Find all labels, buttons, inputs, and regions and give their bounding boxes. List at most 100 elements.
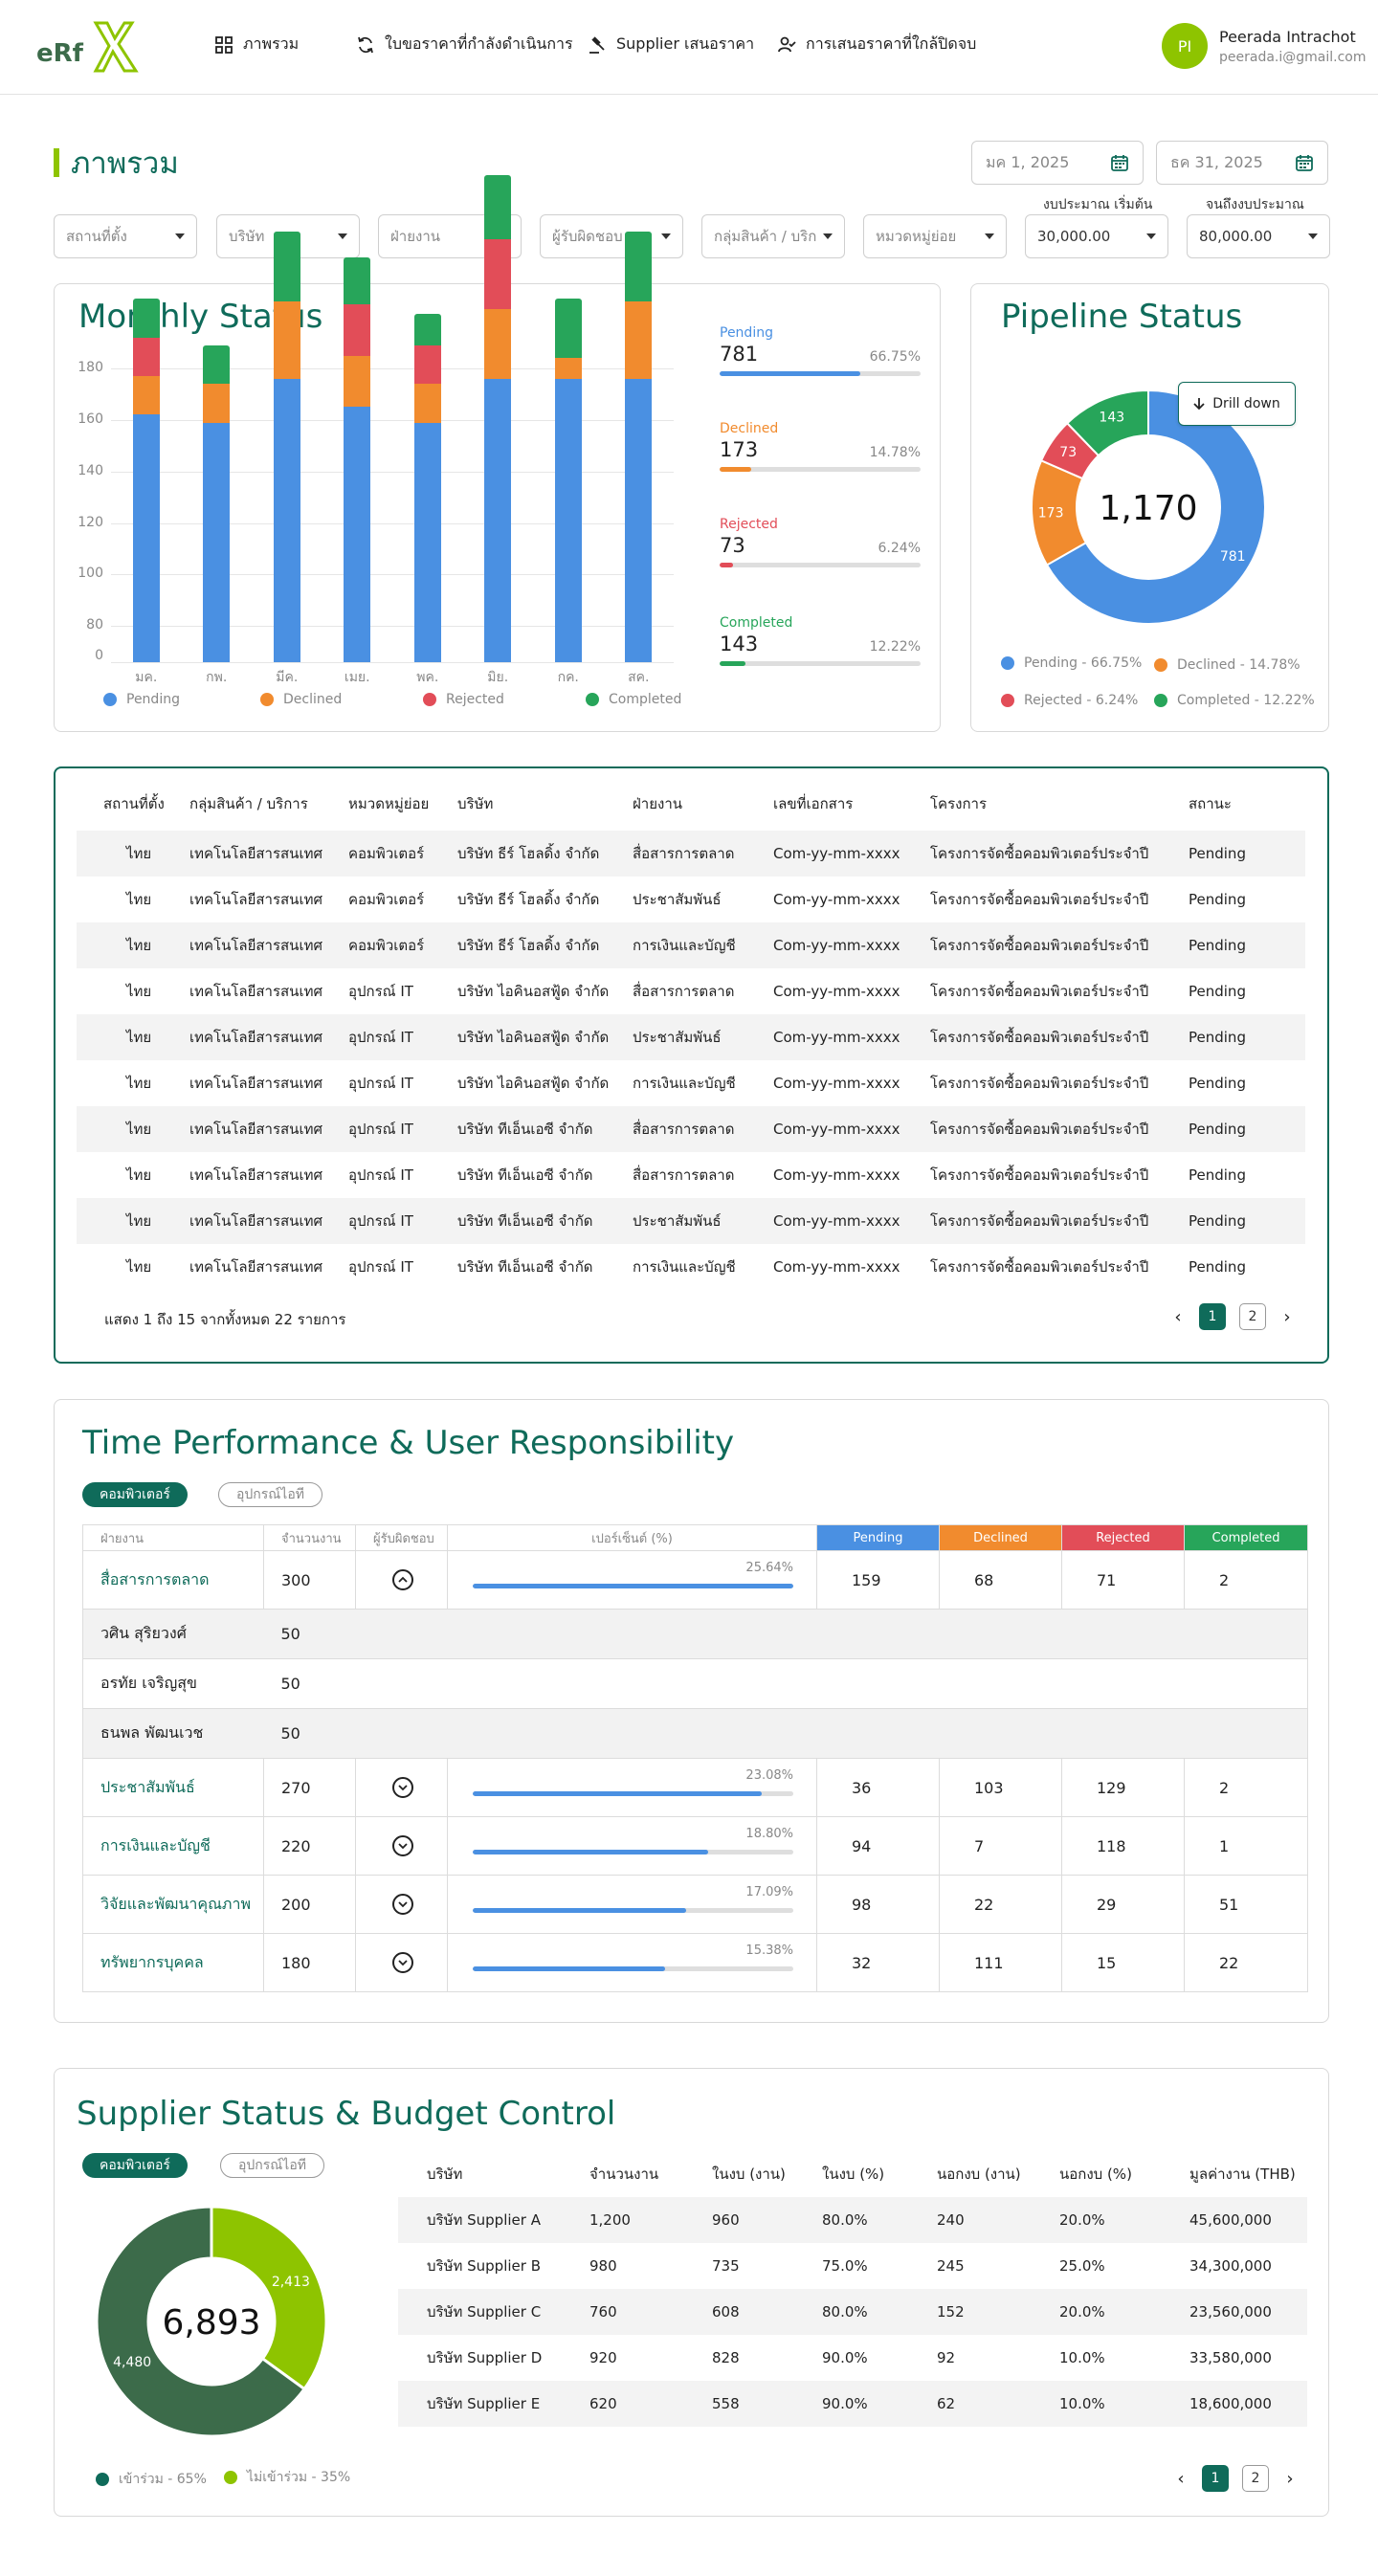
department-name[interactable]: การเงินและบัญชี	[82, 1816, 264, 1876]
department-row[interactable]: การเงินและบัญชี 220 18.80% 94 7 118 1	[82, 1816, 1308, 1876]
page-button[interactable]: 2	[1239, 1303, 1266, 1330]
tab-it-equipment[interactable]: อุปกรณ์ไอที	[220, 2153, 324, 2178]
column-header[interactable]: บริษัท	[457, 777, 633, 831]
erfx-logo[interactable]: eRf	[36, 19, 142, 75]
bar-segment-pending[interactable]	[203, 422, 231, 662]
chevron-left-icon[interactable]: ‹	[1173, 2469, 1189, 2489]
tab-it-equipment[interactable]: อุปกรณ์ไอที	[218, 1482, 322, 1507]
bar-segment-declined[interactable]	[273, 300, 300, 379]
owner-toggle-cell[interactable]	[355, 1758, 448, 1817]
chevron-right-icon[interactable]: ›	[1279, 1307, 1295, 1327]
table-row[interactable]: บริษัท Supplier B 980 735 75.0% 245 25.0% 34,3…	[398, 2243, 1307, 2289]
column-header[interactable]: หมวดหมู่ย่อย	[348, 777, 457, 831]
column-header[interactable]: จำนวนงาน	[589, 2151, 712, 2197]
department-name[interactable]: วิจัยและพัฒนาคุณภาพ	[82, 1875, 264, 1934]
table-row[interactable]: ไทย เทคโนโลยีสารสนเทศ คอมพิวเตอร์ บริษัท ธี…	[77, 877, 1305, 922]
budget-end-select[interactable]: 80,000.00	[1187, 214, 1330, 258]
table-row[interactable]: ไทย เทคโนโลยีสารสนเทศ อุปกรณ์ IT บริษัท ทีเ…	[77, 1106, 1305, 1152]
bar-segment-pending[interactable]	[554, 378, 582, 662]
column-header[interactable]: มูลค่างาน (THB)	[1189, 2151, 1307, 2197]
bar-segment-completed[interactable]	[413, 314, 441, 345]
bar-segment-completed[interactable]	[625, 232, 653, 301]
column-header[interactable]: สถานะ	[1189, 777, 1305, 831]
table-row[interactable]: ไทย เทคโนโลยีสารสนเทศ อุปกรณ์ IT บริษัท ไอค…	[77, 968, 1305, 1014]
bar-segment-declined[interactable]	[625, 300, 653, 379]
chevron-down-icon[interactable]	[392, 1835, 413, 1856]
table-row[interactable]: ไทย เทคโนโลยีสารสนเทศ อุปกรณ์ IT บริษัท ทีเ…	[77, 1198, 1305, 1244]
table-row[interactable]: ไทย เทคโนโลยีสารสนเทศ อุปกรณ์ IT บริษัท ทีเ…	[77, 1152, 1305, 1198]
bar-segment-pending[interactable]	[273, 378, 300, 662]
nav-closing-bids[interactable]: การเสนอราคาที่ใกล้ปิดจบ	[777, 33, 976, 56]
chevron-right-icon[interactable]: ›	[1282, 2469, 1298, 2489]
drill-down-button[interactable]: Drill down	[1178, 382, 1296, 426]
tab-computer[interactable]: คอมพิวเตอร์	[82, 1482, 188, 1507]
table-row[interactable]: ไทย เทคโนโลยีสารสนเทศ อุปกรณ์ IT บริษัท ไอค…	[77, 1060, 1305, 1106]
table-row[interactable]: บริษัท Supplier D 920 828 90.0% 92 10.0% 33,58…	[398, 2335, 1307, 2381]
bar-segment-declined[interactable]	[554, 358, 582, 379]
bar-segment-pending[interactable]	[484, 378, 512, 662]
owner-toggle-cell[interactable]	[355, 1816, 448, 1876]
bar-segment-completed[interactable]	[273, 232, 300, 301]
column-header[interactable]: ฝ่ายงาน	[633, 777, 773, 831]
department-name[interactable]: สื่อสารการตลาด	[82, 1550, 264, 1610]
chevron-up-icon[interactable]	[392, 1569, 413, 1590]
chevron-down-icon[interactable]	[392, 1777, 413, 1798]
tab-computer[interactable]: คอมพิวเตอร์	[82, 2153, 188, 2178]
department-row[interactable]: ประชาสัมพันธ์ 270 23.08% 36 103 129 2	[82, 1758, 1308, 1817]
column-header[interactable]: ในงบ (งาน)	[712, 2151, 822, 2197]
table-row[interactable]: บริษัท Supplier E 620 558 90.0% 62 10.0% 18,60…	[398, 2381, 1307, 2427]
bar-segment-declined[interactable]	[484, 309, 512, 379]
budget-start-select[interactable]: 30,000.00	[1025, 214, 1168, 258]
bar-segment-completed[interactable]	[132, 299, 160, 338]
filter-location[interactable]: สถานที่ตั้ง	[54, 214, 197, 258]
chevron-down-icon[interactable]	[392, 1894, 413, 1915]
bar-segment-completed[interactable]	[203, 344, 231, 385]
bar-segment-pending[interactable]	[413, 422, 441, 662]
table-row[interactable]: บริษัท Supplier C 760 608 80.0% 152 20.0% 23,5…	[398, 2289, 1307, 2335]
page-button[interactable]: 1	[1199, 1303, 1226, 1330]
filter-subcategory[interactable]: หมวดหมู่ย่อย	[863, 214, 1007, 258]
nav-supplier-bids[interactable]: Supplier เสนอราคา	[588, 33, 754, 56]
table-row[interactable]: ไทย เทคโนโลยีสารสนเทศ อุปกรณ์ IT บริษัท ไอค…	[77, 1014, 1305, 1060]
bar-segment-completed[interactable]	[554, 299, 582, 359]
bar-segment-completed[interactable]	[344, 257, 371, 304]
table-row[interactable]: ไทย เทคโนโลยีสารสนเทศ คอมพิวเตอร์ บริษัท ธี…	[77, 831, 1305, 877]
column-header[interactable]: เลขที่เอกสาร	[773, 777, 930, 831]
owner-toggle-cell[interactable]	[355, 1875, 448, 1934]
bar-segment-declined[interactable]	[413, 384, 441, 423]
column-header[interactable]: นอกงบ (งาน)	[937, 2151, 1059, 2197]
department-row[interactable]: สื่อสารการตลาด 300 25.64% 159 68 71 2	[82, 1550, 1308, 1610]
department-name[interactable]: ประชาสัมพันธ์	[82, 1758, 264, 1817]
table-row[interactable]: ไทย เทคโนโลยีสารสนเทศ คอมพิวเตอร์ บริษัท ธี…	[77, 922, 1305, 968]
filter-product-group[interactable]: กลุ่มสินค้า / บริการ	[701, 214, 845, 258]
bar-segment-completed[interactable]	[484, 175, 512, 240]
calendar-icon[interactable]	[1295, 153, 1314, 172]
bar-segment-rejected[interactable]	[132, 337, 160, 377]
bar-segment-pending[interactable]	[344, 407, 371, 662]
bar-segment-declined[interactable]	[132, 376, 160, 415]
chevron-left-icon[interactable]: ‹	[1170, 1307, 1186, 1327]
chevron-down-icon[interactable]	[392, 1952, 413, 1973]
nav-quotes-in-progress[interactable]: ใบขอราคาที่กำลังดำเนินการ	[356, 33, 573, 56]
column-header[interactable]: ในงบ (%)	[822, 2151, 937, 2197]
column-header[interactable]: บริษัท	[398, 2151, 589, 2197]
page-button[interactable]: 2	[1242, 2465, 1269, 2492]
calendar-icon[interactable]	[1110, 153, 1129, 172]
end-date-picker[interactable]: ธค 31, 2025	[1156, 141, 1328, 185]
bar-segment-declined[interactable]	[203, 384, 231, 423]
bar-segment-rejected[interactable]	[413, 344, 441, 385]
bar-segment-declined[interactable]	[344, 355, 371, 408]
user-profile[interactable]: PI Peerada Intrachot peerada.i@gmail.com	[1162, 23, 1367, 69]
owner-toggle-cell[interactable]	[355, 1933, 448, 1992]
column-header[interactable]: สถานที่ตั้ง	[77, 777, 189, 831]
bar-segment-rejected[interactable]	[484, 239, 512, 310]
department-name[interactable]: ทรัพยากรบุคคล	[82, 1933, 264, 1992]
nav-overview[interactable]: ภาพรวม	[214, 33, 299, 56]
table-row[interactable]: บริษัท Supplier A 1,200 960 80.0% 240 20.0% 45…	[398, 2197, 1307, 2243]
column-header[interactable]: กลุ่มสินค้า / บริการ	[189, 777, 348, 831]
filter-owner[interactable]: ผู้รับผิดชอบ	[540, 214, 683, 258]
page-button[interactable]: 1	[1202, 2465, 1229, 2492]
start-date-picker[interactable]: มค 1, 2025	[971, 141, 1144, 185]
column-header[interactable]: นอกงบ (%)	[1059, 2151, 1189, 2197]
bar-segment-pending[interactable]	[625, 378, 653, 662]
